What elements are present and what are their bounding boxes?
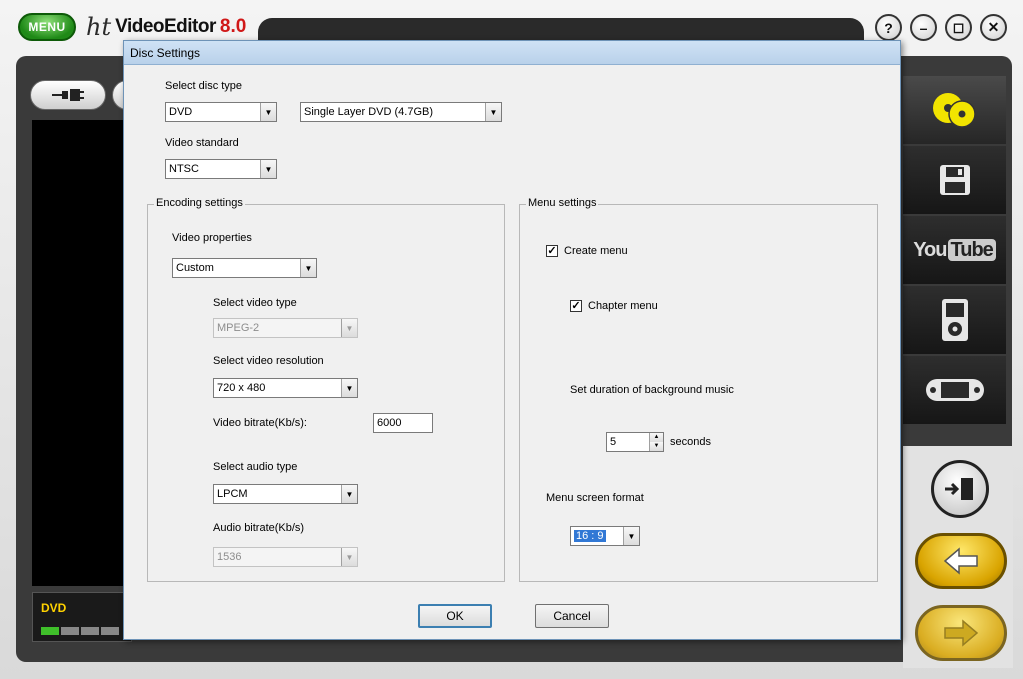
- video-resolution-value: 720 x 480: [217, 382, 266, 394]
- video-properties-value: Custom: [176, 262, 214, 274]
- encoding-settings-group: Encoding settings Video properties Custo…: [147, 197, 505, 582]
- chapter-menu-checkbox[interactable]: ✓ Chapter menu: [570, 300, 658, 312]
- ipod-icon[interactable]: [903, 286, 1006, 354]
- menu-settings-group: Menu settings ✓ Create menu ✓ Chapter me…: [519, 197, 878, 582]
- spin-down-icon[interactable]: ▼: [650, 442, 663, 451]
- audio-type-label: Select audio type: [213, 461, 298, 473]
- audio-type-value: LPCM: [217, 488, 248, 500]
- psp-icon[interactable]: [903, 356, 1006, 424]
- bg-music-spinner[interactable]: 5 ▲ ▼: [606, 432, 664, 452]
- export-icon[interactable]: [931, 460, 989, 518]
- export-target-list: You Tube: [903, 76, 1006, 426]
- video-type-select[interactable]: MPEG-2 ▼: [213, 318, 358, 338]
- chevron-down-icon: ▼: [260, 103, 276, 121]
- connect-icon[interactable]: [30, 80, 106, 110]
- video-type-value: MPEG-2: [217, 322, 260, 334]
- chevron-down-icon: ▼: [623, 527, 639, 545]
- next-arrow-button[interactable]: [915, 605, 1007, 661]
- dialog-title: Disc Settings: [124, 41, 900, 65]
- chevron-down-icon: ▼: [260, 160, 276, 178]
- bg-music-unit: seconds: [670, 436, 711, 448]
- disc-settings-dialog: Disc Settings Select disc type DVD ▼ Sin…: [123, 40, 901, 640]
- disc-icon[interactable]: [903, 76, 1006, 144]
- brand-version: 8.0: [219, 16, 247, 37]
- ok-button[interactable]: OK: [418, 604, 492, 628]
- video-standard-label: Video standard: [165, 137, 239, 149]
- chevron-down-icon: ▼: [341, 379, 357, 397]
- video-resolution-label: Select video resolution: [213, 355, 324, 367]
- disc-capacity-panel: DVD: [32, 592, 132, 642]
- video-bitrate-input[interactable]: 6000: [373, 413, 433, 433]
- checkmark-icon: ✓: [546, 245, 558, 257]
- back-arrow-button[interactable]: [915, 533, 1007, 589]
- disc-type-label: Select disc type: [165, 80, 243, 92]
- video-standard-select[interactable]: NTSC ▼: [165, 159, 277, 179]
- app-logo: ht VideoEditor 8.0: [86, 12, 246, 42]
- title-strip: [258, 18, 864, 40]
- disc-type-select[interactable]: DVD ▼: [165, 102, 277, 122]
- audio-type-select[interactable]: LPCM ▼: [213, 484, 358, 504]
- video-bitrate-label: Video bitrate(Kb/s):: [213, 417, 307, 429]
- capacity-bar: [41, 627, 119, 635]
- screen-format-value: 16 : 9: [574, 530, 606, 542]
- video-resolution-select[interactable]: 720 x 480 ▼: [213, 378, 358, 398]
- menu-group-label: Menu settings: [526, 197, 599, 209]
- bg-music-label: Set duration of background music: [570, 384, 734, 396]
- create-menu-label: Create menu: [564, 245, 628, 257]
- youtube-you: You: [913, 238, 947, 261]
- close-button[interactable]: ✕: [980, 14, 1007, 41]
- chevron-down-icon: ▼: [341, 319, 357, 337]
- checkmark-icon: ✓: [570, 300, 582, 312]
- chevron-down-icon: ▼: [300, 259, 316, 277]
- youtube-tube: Tube: [947, 238, 996, 261]
- format-label: DVD: [41, 601, 67, 615]
- chevron-down-icon: ▼: [341, 485, 357, 503]
- video-properties-label: Video properties: [172, 232, 252, 244]
- screen-format-select[interactable]: 16 : 9 ▼: [570, 526, 640, 546]
- disc-layer-select[interactable]: Single Layer DVD (4.7GB) ▼: [300, 102, 502, 122]
- brand-name: VideoEditor: [115, 16, 216, 37]
- youtube-icon[interactable]: You Tube: [903, 216, 1006, 284]
- floppy-save-icon[interactable]: [903, 146, 1006, 214]
- cancel-button[interactable]: Cancel: [535, 604, 609, 628]
- audio-bitrate-label: Audio bitrate(Kb/s): [213, 522, 305, 534]
- screen-format-label: Menu screen format: [546, 492, 644, 504]
- chapter-menu-label: Chapter menu: [588, 300, 658, 312]
- video-standard-value: NTSC: [169, 163, 199, 175]
- encoding-group-label: Encoding settings: [154, 197, 245, 209]
- brand-ht: ht: [86, 13, 112, 41]
- menu-button[interactable]: MENU: [18, 13, 76, 41]
- audio-bitrate-select[interactable]: 1536 ▼: [213, 547, 358, 567]
- audio-bitrate-value: 1536: [217, 551, 242, 563]
- disc-type-value: DVD: [169, 106, 193, 118]
- video-type-label: Select video type: [213, 297, 297, 309]
- video-preview: [32, 120, 132, 586]
- minimize-button[interactable]: –: [910, 14, 937, 41]
- chevron-down-icon: ▼: [485, 103, 501, 121]
- spin-up-icon[interactable]: ▲: [650, 433, 663, 442]
- help-button[interactable]: ?: [875, 14, 902, 41]
- maximize-button[interactable]: ◻: [945, 14, 972, 41]
- chevron-down-icon: ▼: [341, 548, 357, 566]
- create-menu-checkbox[interactable]: ✓ Create menu: [546, 245, 628, 257]
- disc-layer-value: Single Layer DVD (4.7GB): [304, 106, 433, 118]
- bg-music-value: 5: [610, 436, 617, 448]
- window-controls: ? – ◻ ✕: [875, 14, 1007, 41]
- video-properties-select[interactable]: Custom ▼: [172, 258, 317, 278]
